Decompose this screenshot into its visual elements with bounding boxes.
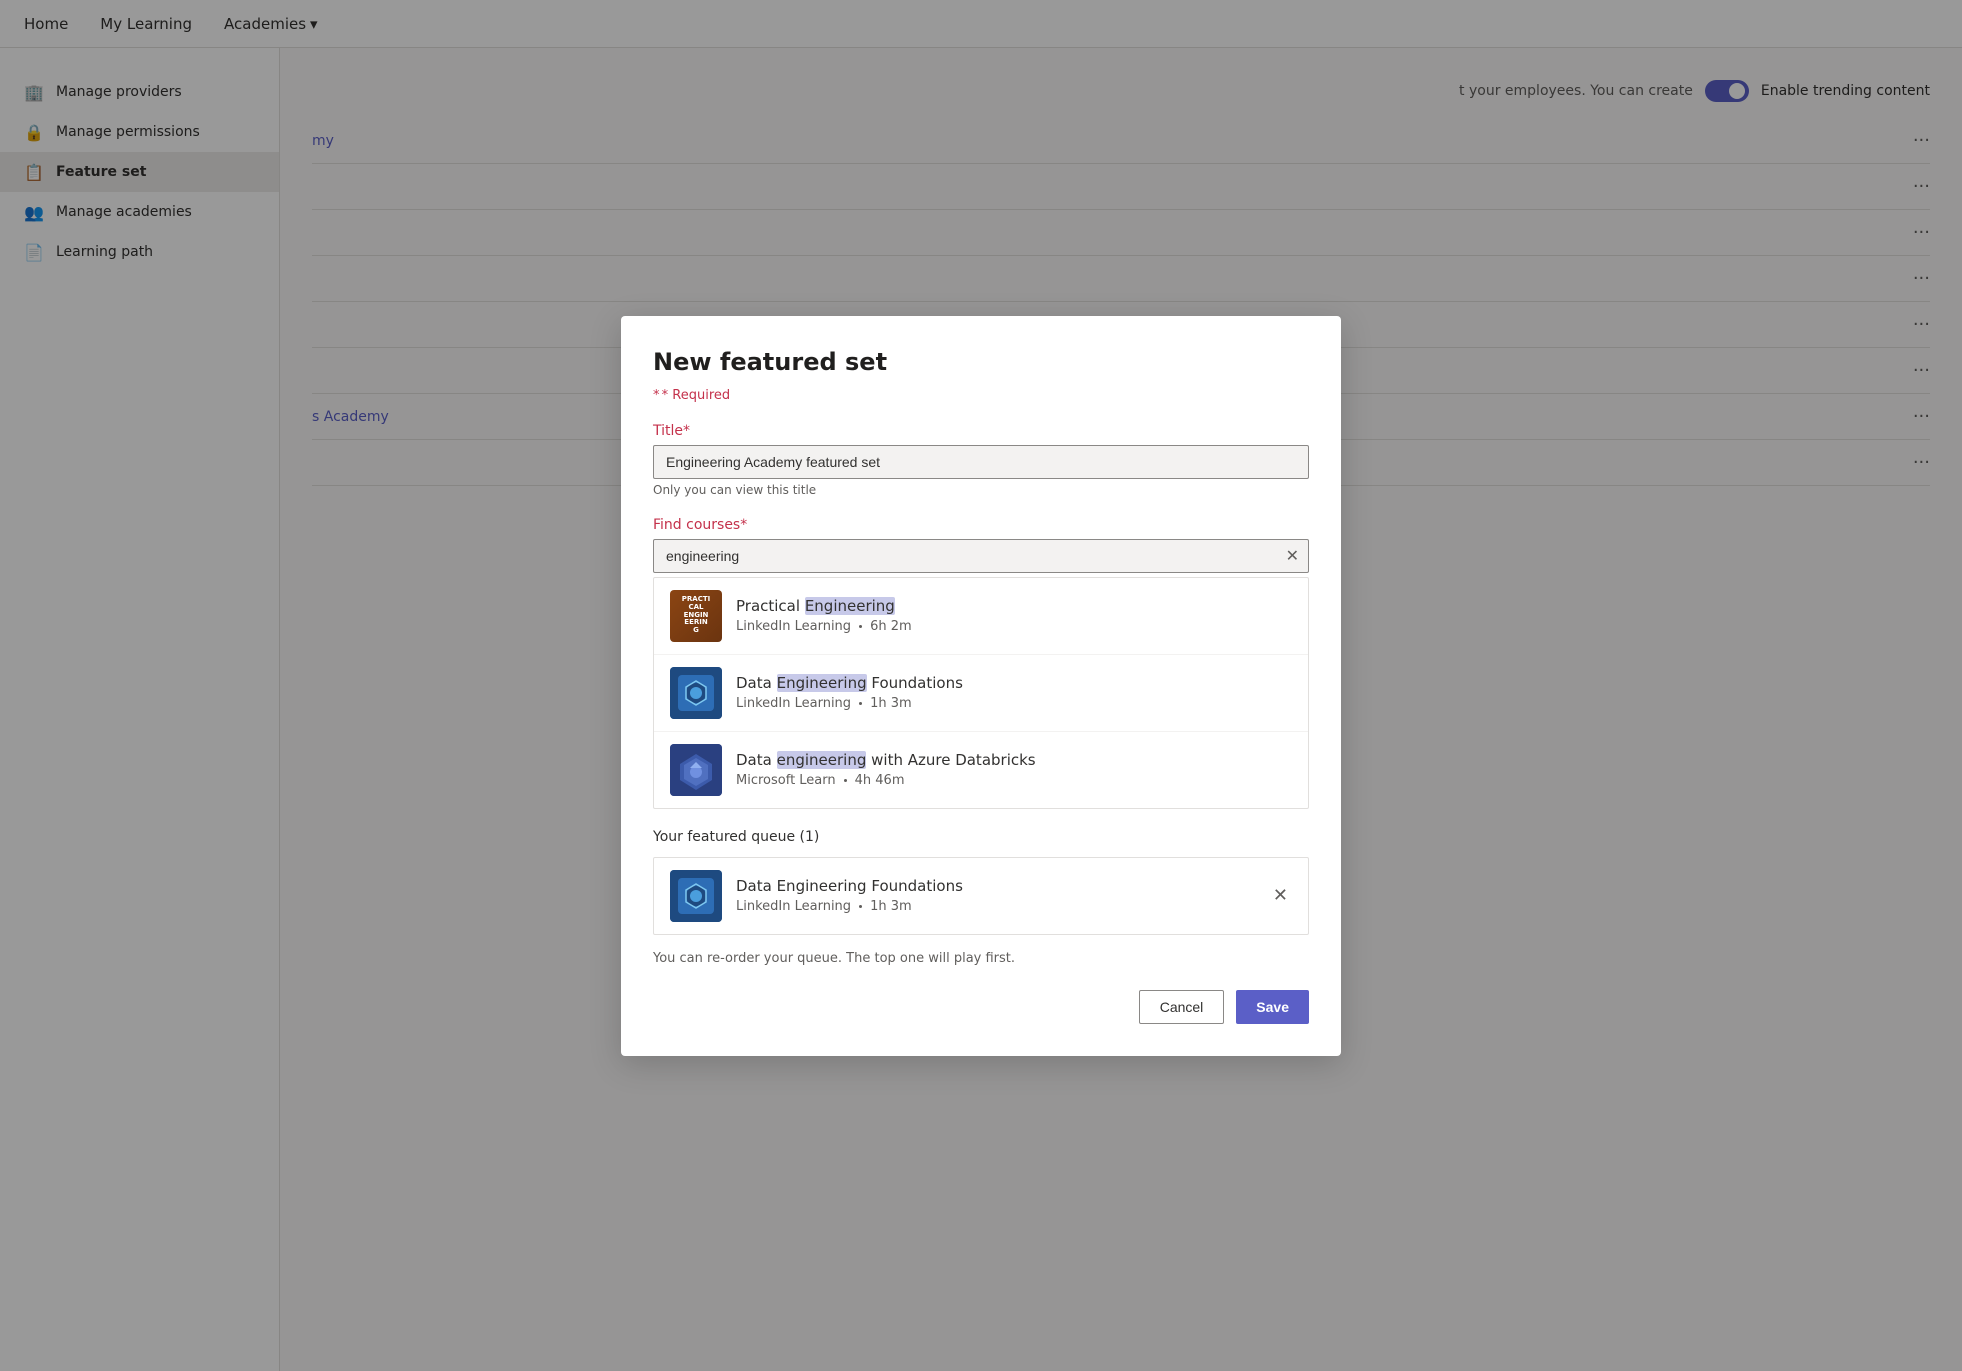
queue-label: Your featured queue (1) (653, 829, 1309, 845)
course-thumb-azure (670, 744, 722, 796)
queue-data-eng-svg (670, 870, 722, 922)
data-eng-svg (670, 667, 722, 719)
queue-item-data-eng: Data Engineering Foundations LinkedIn Le… (653, 857, 1309, 935)
app-shell: Home My Learning Academies ▾ 🏢 Manage pr… (0, 0, 1962, 1371)
dot-azure (844, 779, 847, 782)
highlight-data-eng: Engineering (777, 674, 867, 692)
queue-course-name: Data Engineering Foundations (736, 877, 1255, 895)
title-field-label: Title* (653, 423, 1309, 439)
courses-required-mark: * (740, 517, 747, 533)
course-search-input[interactable] (653, 539, 1309, 573)
search-container: ✕ (653, 539, 1309, 573)
course-thumb-practical: PRACTICALENGINEERING (670, 590, 722, 642)
title-hint: Only you can view this title (653, 483, 1309, 497)
course-info-azure: Data engineering with Azure Databricks M… (736, 751, 1292, 788)
required-note: * * Required (653, 388, 1309, 403)
queue-remove-button[interactable]: ✕ (1269, 881, 1292, 910)
search-results-container[interactable]: PRACTICALENGINEERING Practical Engineeri… (653, 577, 1309, 809)
course-name-practical: Practical Engineering (736, 597, 1292, 615)
new-featured-set-modal: New featured set * * Required Title* Onl… (621, 316, 1341, 1056)
course-result-practical-engineering[interactable]: PRACTICALENGINEERING Practical Engineeri… (654, 578, 1308, 655)
cancel-button[interactable]: Cancel (1139, 990, 1225, 1024)
course-info-practical: Practical Engineering LinkedIn Learning … (736, 597, 1292, 634)
azure-svg (670, 744, 722, 796)
title-input[interactable] (653, 445, 1309, 479)
queue-hint: You can re-order your queue. The top one… (653, 951, 1309, 966)
queue-thumb-data-eng (670, 870, 722, 922)
save-button[interactable]: Save (1236, 990, 1309, 1024)
queue-course-info: Data Engineering Foundations LinkedIn Le… (736, 877, 1255, 914)
modal-title: New featured set (653, 348, 1309, 376)
dot-practical (859, 625, 862, 628)
dot-queue (859, 905, 862, 908)
course-name-azure: Data engineering with Azure Databricks (736, 751, 1292, 769)
course-meta-azure: Microsoft Learn 4h 46m (736, 773, 1292, 788)
course-meta-data-eng: LinkedIn Learning 1h 3m (736, 696, 1292, 711)
queue-course-meta: LinkedIn Learning 1h 3m (736, 899, 1255, 914)
highlight-azure: engineering (777, 751, 867, 769)
find-courses-label: Find courses* (653, 517, 1309, 533)
course-name-data-eng: Data Engineering Foundations (736, 674, 1292, 692)
highlight-practical: Engineering (805, 597, 895, 615)
course-thumb-data-eng (670, 667, 722, 719)
title-required-mark: * (683, 423, 690, 439)
dot-data-eng (859, 702, 862, 705)
modal-footer: Cancel Save (653, 990, 1309, 1024)
course-info-data-eng: Data Engineering Foundations LinkedIn Le… (736, 674, 1292, 711)
search-clear-button[interactable]: ✕ (1286, 546, 1299, 566)
course-meta-practical: LinkedIn Learning 6h 2m (736, 619, 1292, 634)
course-result-data-engineering[interactable]: Data Engineering Foundations LinkedIn Le… (654, 655, 1308, 732)
course-result-azure-databricks[interactable]: Data engineering with Azure Databricks M… (654, 732, 1308, 808)
